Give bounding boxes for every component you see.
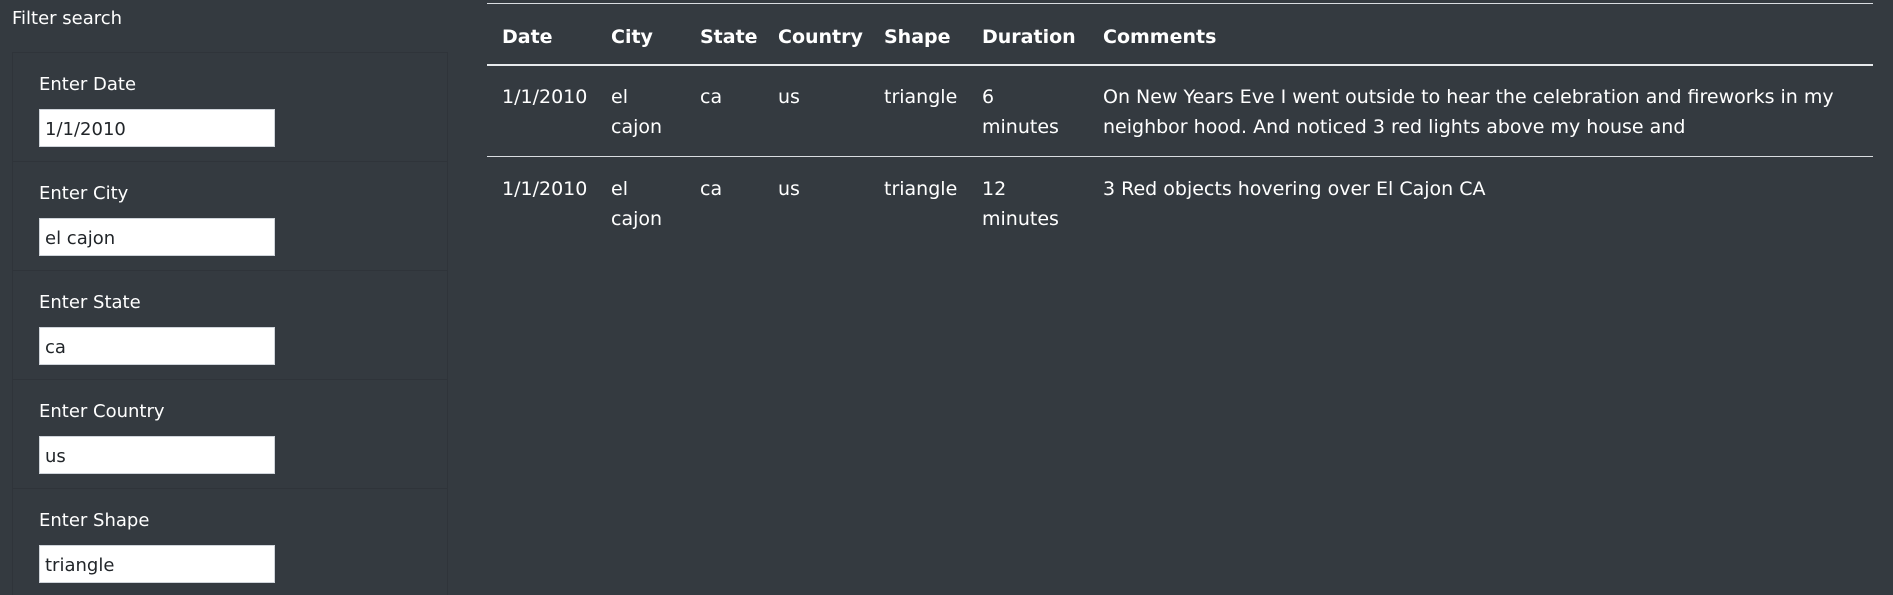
- header-state: State: [700, 26, 758, 48]
- cell-duration: 12 minutes: [982, 178, 1059, 230]
- filter-title: Filter search: [12, 8, 123, 29]
- country-label: Enter Country: [39, 401, 165, 422]
- header-duration: Duration: [982, 26, 1076, 48]
- cell-state: ca: [700, 86, 723, 108]
- state-label: Enter State: [39, 292, 141, 313]
- filter-item-date: Enter Date: [13, 53, 447, 162]
- results-table-container: Date City State Country Shape Duration C…: [487, 3, 1873, 248]
- cell-state: ca: [700, 178, 723, 200]
- cell-comments: On New Years Eve I went outside to hear …: [1103, 86, 1834, 138]
- cell-shape: triangle: [884, 178, 958, 200]
- header-shape: Shape: [884, 26, 951, 48]
- filter-item-state: Enter State: [13, 271, 447, 380]
- table-row: 1/1/2010 el cajon ca us triangle 12 minu…: [487, 157, 1873, 249]
- date-label: Enter Date: [39, 74, 137, 95]
- cell-comments: 3 Red objects hovering over El Cajon CA: [1103, 178, 1486, 200]
- cell-date: 1/1/2010: [502, 178, 588, 200]
- cell-date: 1/1/2010: [502, 86, 588, 108]
- filter-panel: Enter Date Enter City Enter State Enter …: [12, 52, 448, 595]
- state-input[interactable]: [39, 327, 275, 365]
- ufo-results-table: Date City State Country Shape Duration C…: [487, 3, 1873, 248]
- cell-duration: 6 minutes: [982, 86, 1059, 138]
- header-city: City: [611, 26, 653, 48]
- city-label: Enter City: [39, 183, 129, 204]
- table-header-row: Date City State Country Shape Duration C…: [487, 3, 1873, 65]
- shape-input[interactable]: [39, 545, 275, 583]
- filter-item-shape: Enter Shape: [13, 489, 447, 595]
- shape-label: Enter Shape: [39, 510, 150, 531]
- header-date: Date: [502, 26, 553, 48]
- header-country: Country: [778, 26, 863, 48]
- date-input[interactable]: [39, 109, 275, 147]
- table-row: 1/1/2010 el cajon ca us triangle 6 minut…: [487, 65, 1873, 157]
- cell-country: us: [778, 178, 800, 200]
- country-input[interactable]: [39, 436, 275, 474]
- city-input[interactable]: [39, 218, 275, 256]
- header-comments: Comments: [1103, 26, 1217, 48]
- filter-item-city: Enter City: [13, 162, 447, 271]
- cell-city: el cajon: [611, 178, 663, 230]
- cell-shape: triangle: [884, 86, 958, 108]
- filter-item-country: Enter Country: [13, 380, 447, 489]
- page: Filter search Enter Date Enter City Ente…: [0, 0, 1893, 595]
- cell-country: us: [778, 86, 800, 108]
- cell-city: el cajon: [611, 86, 663, 138]
